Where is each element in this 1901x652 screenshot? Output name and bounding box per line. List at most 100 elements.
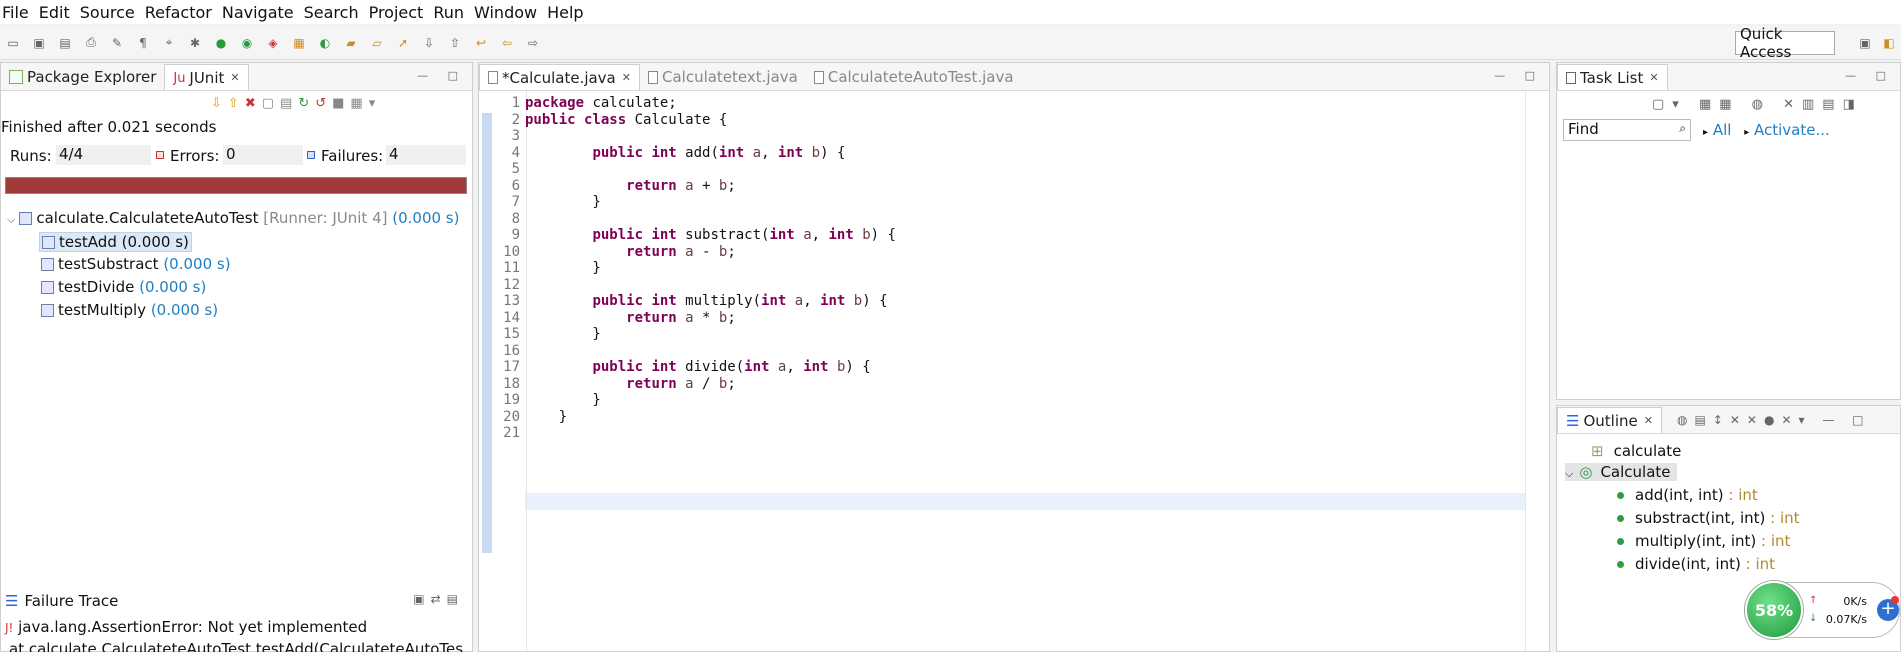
- last-edit-icon[interactable]: ↩: [472, 35, 490, 51]
- failure-stack-line[interactable]: at calculate.CalculateteAutoTest.testAdd…: [9, 640, 469, 652]
- network-speed-widget[interactable]: 58% ↑ ↓ 0K/s 0.07K/s +: [1744, 581, 1900, 639]
- view-menu-icon[interactable]: ▾: [369, 96, 382, 111]
- tab-calculateteautotest-java[interactable]: CalculateteAutoTest.java: [806, 64, 1022, 90]
- menu-refactor[interactable]: Refactor: [145, 3, 212, 22]
- close-icon[interactable]: ✕: [1644, 414, 1653, 427]
- open-type-icon[interactable]: ▱: [368, 35, 386, 51]
- errors-value: 0: [223, 145, 303, 165]
- run-icon[interactable]: ●: [212, 35, 230, 51]
- find-input[interactable]: Find ⌕: [1563, 119, 1691, 141]
- save-icon[interactable]: ▣: [30, 35, 48, 51]
- next-annotation-icon[interactable]: ⇩: [420, 35, 438, 51]
- rerun-icon[interactable]: ↻: [298, 96, 315, 111]
- line-number: 5: [511, 161, 520, 177]
- test-history-icon[interactable]: ▦: [350, 96, 368, 111]
- trace-toolbar[interactable]: ▣⇄▤: [413, 592, 464, 606]
- outline-class-row[interactable]: ⌵ ◎ Calculate: [1565, 463, 1677, 481]
- save-all-icon[interactable]: ▤: [56, 35, 74, 51]
- tab-calculatetext-java[interactable]: Calculatetext.java: [640, 64, 806, 90]
- outline-method-row[interactable]: divide(int, int) : int: [1617, 555, 1775, 573]
- outline-method-row[interactable]: multiply(int, int) : int: [1617, 532, 1790, 550]
- all-link[interactable]: All: [1713, 121, 1732, 139]
- close-icon[interactable]: ✕: [1649, 71, 1658, 84]
- line-number: 9: [511, 227, 520, 243]
- test-row-testsubstract[interactable]: testSubstract (0.000 s): [41, 255, 231, 273]
- chevron-right-icon: ▸: [1744, 127, 1750, 138]
- failure-trace-header: ☰ Failure Trace: [5, 592, 118, 610]
- minimize-maximize-icon[interactable]: — □: [417, 69, 466, 82]
- line-number: 6: [511, 177, 520, 194]
- menu-edit[interactable]: Edit: [39, 3, 70, 22]
- perspective-icon[interactable]: ▣: [1856, 35, 1874, 51]
- tab-junit[interactable]: Ju JUnit ✕: [164, 64, 249, 90]
- tab-outline[interactable]: ☰ Outline ✕: [1557, 407, 1662, 433]
- java-file-icon: [813, 70, 824, 84]
- task-toolbar[interactable]: ▢▾ ▦▦ ◍ ✕▥▤◨: [1652, 97, 1863, 112]
- minimize-maximize-icon[interactable]: — □: [1494, 69, 1543, 82]
- back-icon[interactable]: ⇦: [498, 35, 516, 51]
- scroll-lock-icon[interactable]: ▢: [262, 96, 280, 111]
- runs-label: Runs:: [10, 147, 52, 165]
- search-tool-icon[interactable]: ➚: [394, 35, 412, 51]
- new-icon[interactable]: ▭: [4, 35, 22, 51]
- outline-toolbar[interactable]: ◍▤↕✕✕●✕▾ — □: [1677, 413, 1871, 427]
- suite-time: (0.000 s): [392, 209, 460, 227]
- line-number: 18: [503, 375, 520, 392]
- activate-link[interactable]: Activate...: [1754, 121, 1830, 139]
- close-icon[interactable]: ✕: [622, 71, 631, 84]
- menu-search[interactable]: Search: [304, 3, 359, 22]
- coverage-icon[interactable]: ◉: [238, 35, 256, 51]
- pin-icon[interactable]: ⌖: [160, 35, 178, 51]
- outline-package-row[interactable]: ⊞ calculate: [1591, 442, 1681, 460]
- code-area[interactable]: package calculate; public class Calculat…: [525, 95, 896, 425]
- menu-navigate[interactable]: Navigate: [222, 3, 294, 22]
- overview-ruler[interactable]: [1525, 91, 1547, 651]
- prev-failure-icon[interactable]: ⇧: [228, 96, 245, 111]
- tab-task-list[interactable]: Task List ✕: [1557, 64, 1668, 90]
- debug-icon[interactable]: ✱: [186, 35, 204, 51]
- show-failures-icon[interactable]: ✖: [245, 96, 262, 111]
- new-class-icon[interactable]: ◐: [316, 35, 334, 51]
- menu-window[interactable]: Window: [474, 3, 537, 22]
- chevron-down-icon[interactable]: ⌵: [1565, 467, 1573, 480]
- menu-source[interactable]: Source: [80, 3, 135, 22]
- failure-line[interactable]: J! java.lang.AssertionError: Not yet imp…: [5, 618, 367, 636]
- outline-method-row[interactable]: substract(int, int) : int: [1617, 509, 1800, 527]
- forward-icon[interactable]: ⇨: [524, 35, 542, 51]
- package-name: calculate: [1613, 442, 1682, 460]
- prev-annotation-icon[interactable]: ⇧: [446, 35, 464, 51]
- menu-project[interactable]: Project: [369, 3, 424, 22]
- stop-icon[interactable]: ■: [332, 96, 350, 111]
- test-time: (0.000 s): [139, 278, 207, 296]
- menu-file[interactable]: File: [2, 3, 29, 22]
- toggle-icon[interactable]: ✎: [108, 35, 126, 51]
- java-perspective-icon[interactable]: ◧: [1880, 35, 1898, 51]
- line-number: 19: [503, 392, 520, 408]
- print-icon[interactable]: ⎙: [82, 35, 100, 51]
- line-number: 21: [503, 425, 520, 441]
- test-row-testdivide[interactable]: testDivide (0.000 s): [41, 278, 206, 296]
- line-number: 15: [503, 326, 520, 342]
- test-row-testmultiply[interactable]: testMultiply (0.000 s): [41, 301, 218, 319]
- failure-message: java.lang.AssertionError: Not yet implem…: [18, 618, 368, 636]
- menu-run[interactable]: Run: [433, 3, 464, 22]
- test-row-testadd[interactable]: testAdd (0.000 s): [39, 232, 192, 252]
- next-failure-icon[interactable]: ⇩: [211, 96, 228, 111]
- test-suite-row[interactable]: ⌵ calculate.CalculateteAutoTest [Runner: …: [7, 209, 459, 227]
- history-icon[interactable]: ▤: [280, 96, 298, 111]
- quick-access-field[interactable]: Quick Access: [1735, 25, 1835, 61]
- tab-package-explorer[interactable]: Package Explorer: [1, 64, 164, 90]
- external-tools-icon[interactable]: ◈: [264, 35, 282, 51]
- outline-method-row[interactable]: add(int, int) : int: [1617, 486, 1758, 504]
- task-list-title: Task List: [1580, 68, 1644, 87]
- chevron-down-icon[interactable]: ⌵: [7, 213, 15, 226]
- mark-icon[interactable]: ¶: [134, 35, 152, 51]
- close-icon[interactable]: ✕: [230, 71, 239, 84]
- menu-help[interactable]: Help: [547, 3, 583, 22]
- junit-toolbar: ⇩⇧✖▢▤↻↺■▦▾: [211, 96, 381, 111]
- open-folder-icon[interactable]: ▰: [342, 35, 360, 51]
- rerun-failed-icon[interactable]: ↺: [315, 96, 332, 111]
- failures-icon: [307, 151, 315, 159]
- new-package-icon[interactable]: ▦: [290, 35, 308, 51]
- minimize-maximize-icon[interactable]: — □: [1845, 69, 1894, 82]
